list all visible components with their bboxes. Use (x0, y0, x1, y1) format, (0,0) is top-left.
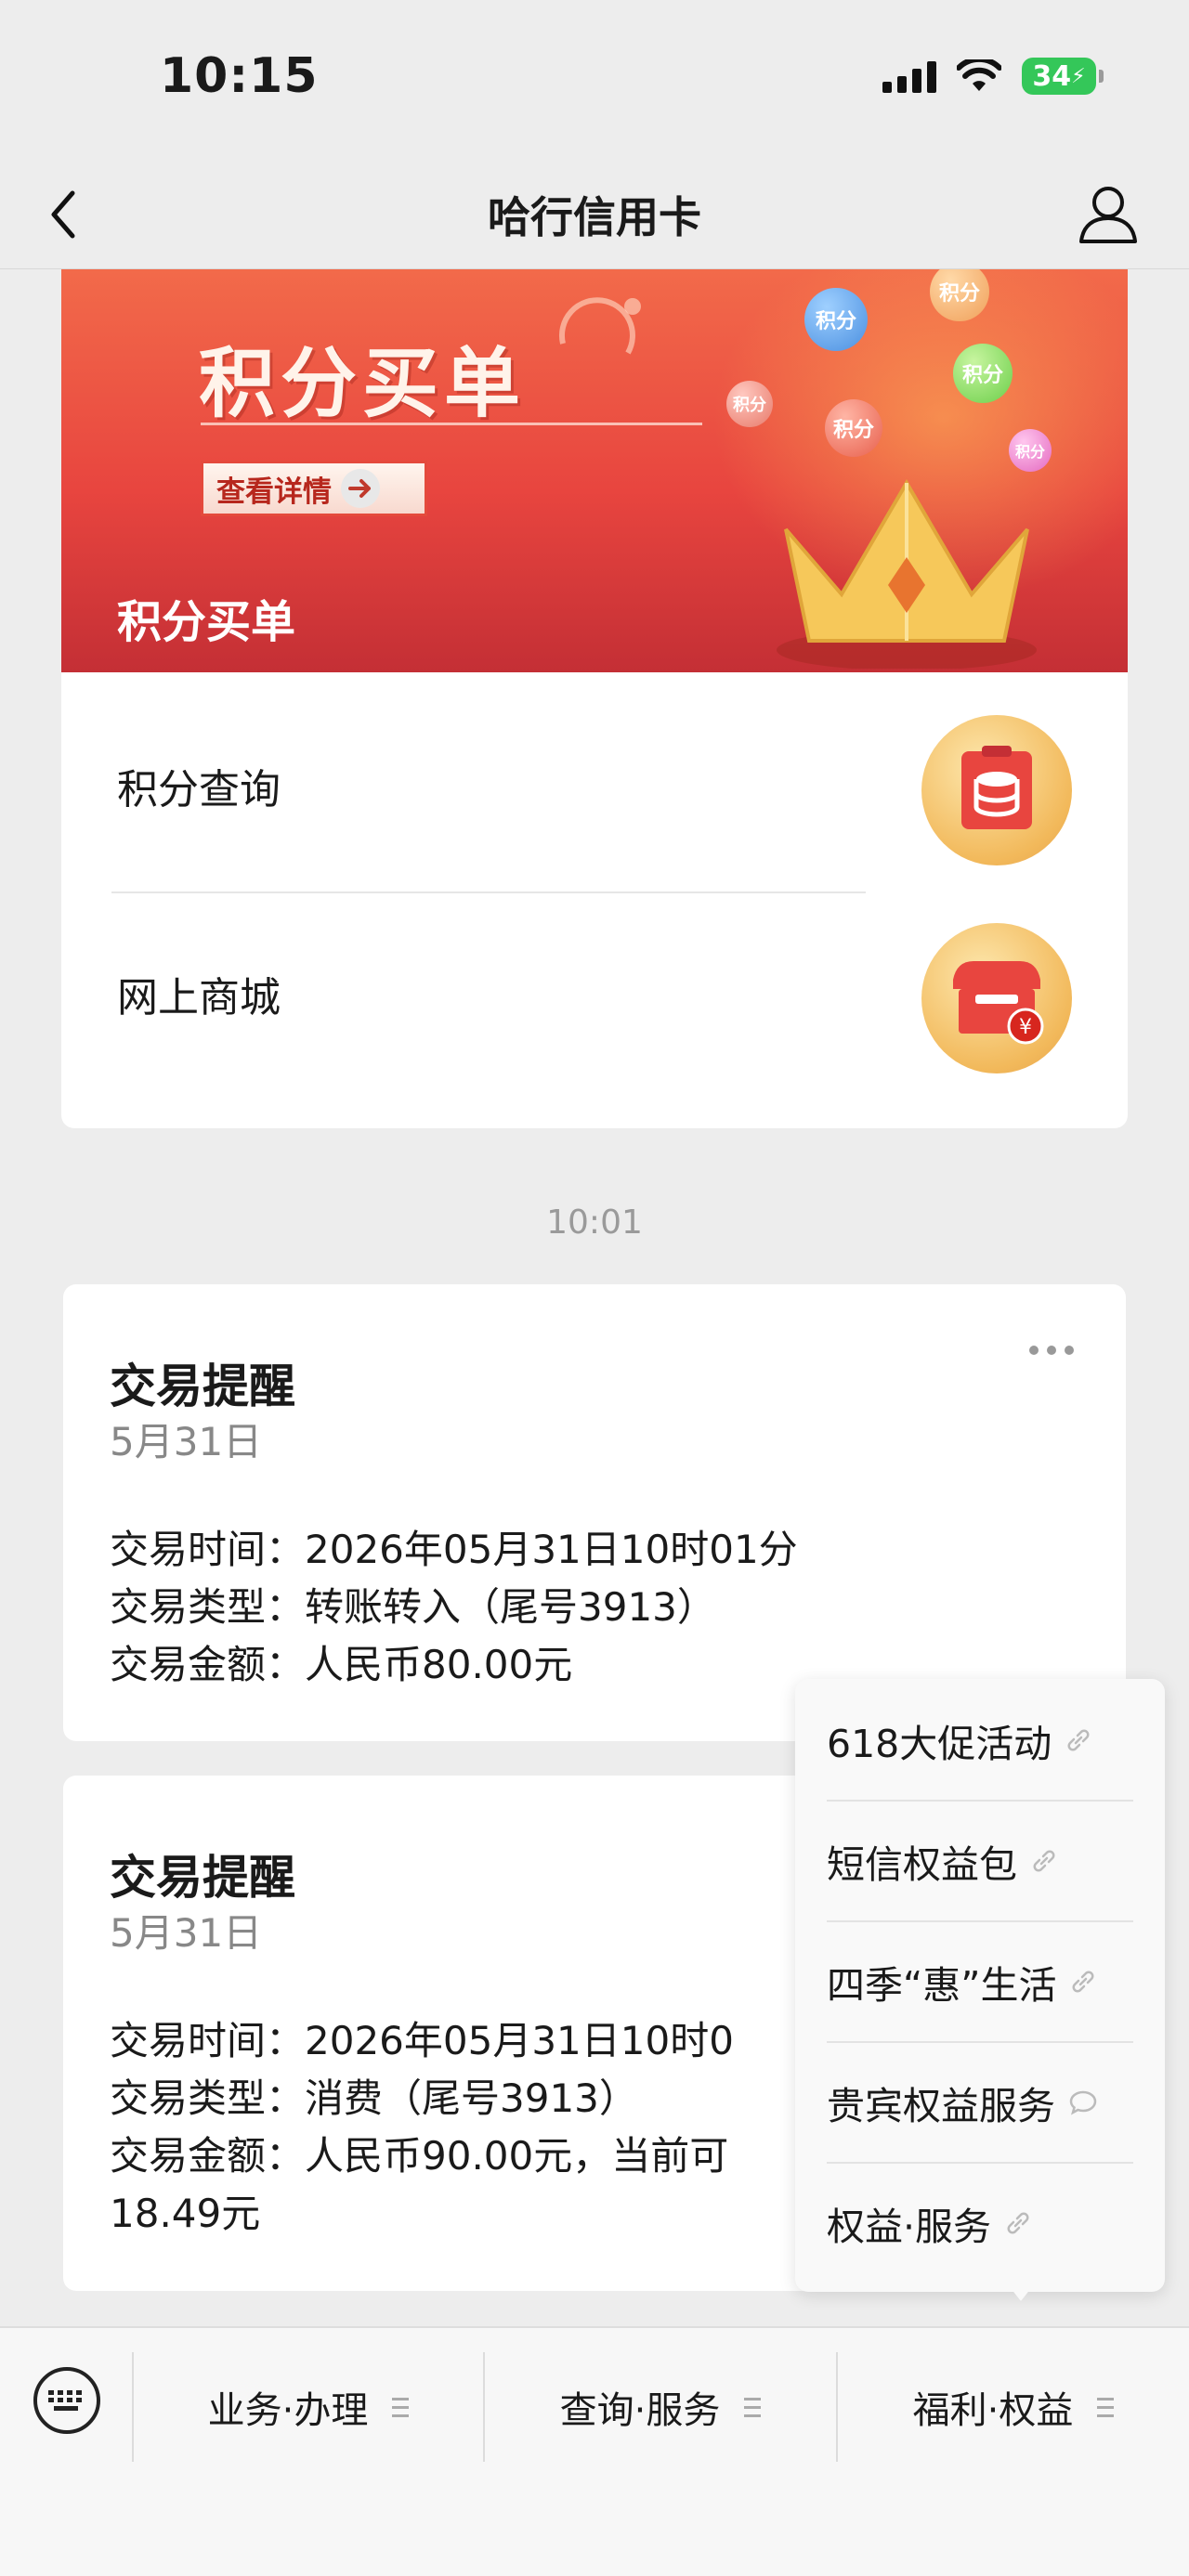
menu-query-service[interactable]: 查询·服务 (485, 2365, 836, 2449)
wifi-icon (957, 59, 1001, 91)
chat-bubble-icon (1069, 2090, 1097, 2115)
view-details-button[interactable]: 查看详情 (201, 461, 427, 516)
keyboard-toggle-icon[interactable] (33, 2367, 100, 2434)
status-icons: 34 ⚡ (882, 58, 1104, 95)
transaction-amount: 交易金额：人民币90.00元，当前可 (110, 2133, 729, 2179)
points-bubble-icon: 积分 (953, 344, 1013, 403)
popup-item-label: 权益·服务 (827, 2205, 992, 2249)
link-icon (1067, 1729, 1090, 1751)
transaction-alert-card: 交易提醒 5月31日 交易时间：2026年05月31日10时01分 交易类型：转… (63, 1284, 1126, 1741)
menu-item-label: 网上商城 (117, 974, 281, 1021)
popup-item-seasons-life[interactable]: 四季“惠”生活 (827, 1922, 1133, 2041)
status-bar: 10:15 34 ⚡ (0, 0, 1189, 158)
menu-label: 查询·服务 (559, 2389, 721, 2432)
available-balance: 18.49元 (110, 2191, 261, 2236)
points-bubble-icon: 积分 (804, 288, 868, 351)
card-date: 5月31日 (110, 1419, 263, 1464)
popup-item-label: 贵宾权益服务 (827, 2084, 1055, 2128)
page-title: 哈行信用卡 (488, 192, 701, 242)
transaction-time: 交易时间：2026年05月31日10时0 (110, 2018, 734, 2063)
card-title: 交易提醒 (110, 1851, 295, 1905)
user-profile-icon[interactable] (1076, 178, 1141, 249)
decorative-circle-icon (558, 297, 641, 355)
popup-item-vip-service[interactable]: 贵宾权益服务 (827, 2043, 1133, 2162)
submenu-lines-icon (392, 2397, 410, 2417)
submenu-popup: 618大促活动 短信权益包 四季“惠”生活 贵宾权益服务 权益·服务 (795, 1679, 1165, 2292)
submenu-lines-icon (1097, 2397, 1115, 2417)
online-mall-item[interactable]: 网上商城 ¥ (61, 880, 1128, 1088)
popup-item-label: 短信权益包 (827, 1842, 1017, 1887)
menu-welfare-benefits[interactable]: 福利·权益 (838, 2365, 1189, 2449)
menu-label: 福利·权益 (912, 2389, 1074, 2432)
arrow-right-icon (341, 469, 380, 508)
crown-icon (777, 479, 1037, 669)
bottom-menu-bar: 业务·办理 查询·服务 福利·权益 (0, 2326, 1189, 2576)
menu-item-label: 积分查询 (117, 766, 281, 813)
svg-text:¥: ¥ (1019, 1016, 1032, 1039)
popup-pointer (1011, 2288, 1031, 2301)
banner-caption: 积分买单 (117, 596, 296, 648)
points-bubble-icon: 积分 (825, 399, 882, 457)
card-date: 5月31日 (110, 1910, 263, 1956)
battery-level: 34 (1032, 59, 1072, 93)
points-payment-banner[interactable]: 积分买单 查看详情 积分买单 积分 积分 积分 积分 积分 积分 (61, 269, 1128, 672)
popup-item-sms-benefits[interactable]: 短信权益包 (827, 1802, 1133, 1920)
popup-item-label: 四季“惠”生活 (827, 1963, 1057, 2008)
banner-title: 积分买单 (199, 340, 527, 428)
link-icon (1073, 1971, 1094, 1993)
message-timestamp: 10:01 (546, 1203, 643, 1242)
cellular-signal-icon (882, 59, 936, 93)
transaction-type: 交易类型：消费（尾号3913） (110, 2075, 638, 2121)
nav-bar: 哈行信用卡 (0, 158, 1189, 269)
popup-item-label: 618大促活动 (827, 1722, 1052, 1766)
transaction-type: 交易类型：转账转入（尾号3913） (110, 1584, 716, 1630)
card-title: 交易提醒 (110, 1360, 295, 1413)
battery-icon: 34 ⚡ (1022, 58, 1104, 95)
points-bubble-icon: 积分 (726, 381, 773, 427)
more-options-icon[interactable] (1029, 1346, 1074, 1355)
banner-divider (201, 423, 702, 425)
popup-item-618-promo[interactable]: 618大促活动 (827, 1681, 1133, 1800)
link-icon (1033, 1850, 1055, 1872)
status-time: 10:15 (160, 48, 319, 104)
transaction-amount: 交易金额：人民币80.00元 (110, 1642, 573, 1687)
link-icon (1007, 2212, 1029, 2234)
promo-card: 积分买单 查看详情 积分买单 积分 积分 积分 积分 积分 积分 积分查询 网上… (61, 269, 1128, 1128)
menu-label: 业务·办理 (207, 2389, 369, 2432)
menu-business-handling[interactable]: 业务·办理 (134, 2365, 483, 2449)
points-query-item[interactable]: 积分查询 (61, 672, 1128, 880)
popup-item-benefits-service[interactable]: 权益·服务 (827, 2164, 1133, 2283)
transaction-time: 交易时间：2026年05月31日10时01分 (110, 1527, 798, 1572)
shop-store-icon: ¥ (921, 923, 1072, 1073)
submenu-lines-icon (744, 2397, 762, 2417)
points-database-icon (921, 715, 1072, 865)
view-details-label: 查看详情 (216, 475, 332, 509)
